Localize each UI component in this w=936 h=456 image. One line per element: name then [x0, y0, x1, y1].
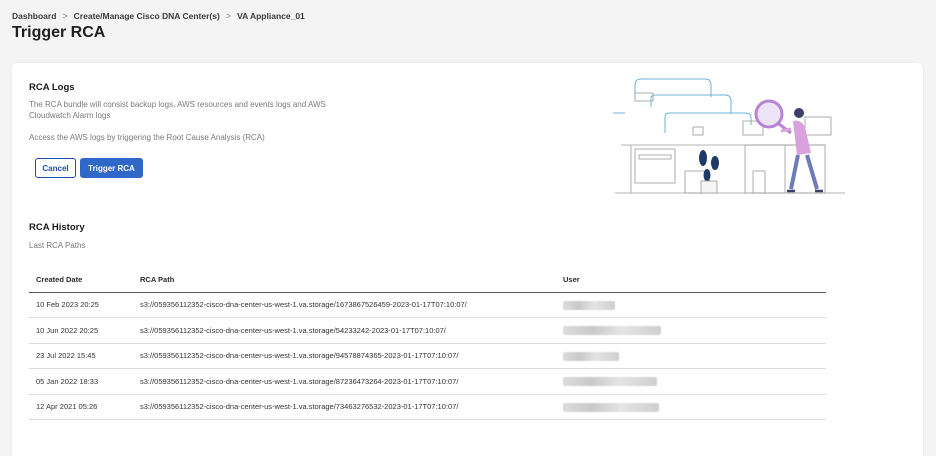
rca-logs-title: RCA Logs	[29, 82, 75, 93]
rca-path-cell: s3://059356112352-cisco-dna-center-us-we…	[133, 292, 556, 318]
magnifier-icon	[754, 99, 792, 135]
rca-path-cell: s3://059356112352-cisco-dna-center-us-we…	[133, 317, 556, 344]
breadcrumb-separator: >	[62, 11, 68, 21]
user-cell	[556, 292, 826, 318]
user-cell	[556, 368, 826, 395]
rca-history-subtitle: Last RCA Paths	[29, 241, 86, 250]
redacted-user	[563, 351, 619, 361]
redacted-user	[563, 377, 657, 386]
user-cell	[556, 317, 826, 344]
rca-logs-description-line1: The RCA bundle will consist backup logs,…	[29, 100, 326, 109]
breadcrumb-manage-dna-centers[interactable]: Create/Manage Cisco DNA Center(s)	[74, 11, 220, 21]
column-rca-path[interactable]: RCA Path	[133, 268, 556, 293]
table-row[interactable]: 23 Jul 2022 15:45 s3://059356112352-cisc…	[29, 343, 826, 369]
rca-path-cell: s3://059356112352-cisco-dna-center-us-we…	[133, 394, 556, 420]
rca-path-cell: s3://059356112352-cisco-dna-center-us-we…	[133, 368, 556, 395]
table-row[interactable]: 10 Feb 2023 20:25 s3://059356112352-cisc…	[29, 292, 826, 318]
redacted-user	[563, 402, 659, 412]
created-date-cell: 10 Jun 2022 20:25	[29, 317, 133, 344]
table-row[interactable]: 10 Jun 2022 20:25 s3://059356112352-cisc…	[29, 317, 826, 344]
breadcrumb-dashboard[interactable]: Dashboard	[12, 11, 56, 21]
table-row[interactable]: 05 Jan 2022 18:33 s3://059356112352-cisc…	[29, 368, 826, 395]
created-date-cell: 10 Feb 2023 20:25	[29, 292, 133, 318]
rca-path-cell: s3://059356112352-cisco-dna-center-us-we…	[133, 343, 556, 369]
table-header-row: Created Date RCA Path User	[29, 268, 826, 293]
breadcrumb: Dashboard > Create/Manage Cisco DNA Cent…	[12, 11, 305, 21]
created-date-cell: 12 Apr 2021 05:26	[29, 394, 133, 420]
redacted-user	[563, 300, 615, 310]
created-date-cell: 05 Jan 2022 18:33	[29, 368, 133, 395]
rca-logs-description: The RCA bundle will consist backup logs,…	[29, 100, 326, 121]
rca-logs-description-line2: Cloudwatch Alarm logs	[29, 110, 111, 120]
column-created-date[interactable]: Created Date	[29, 268, 133, 293]
column-user[interactable]: User	[556, 268, 826, 293]
rca-card: RCA Logs The RCA bundle will consist bac…	[12, 63, 923, 456]
rca-access-text: Access the AWS logs by triggering the Ro…	[29, 133, 265, 142]
rca-history-table: Created Date RCA Path User 10 Feb 2023 2…	[29, 268, 826, 420]
table-row[interactable]: 12 Apr 2021 05:26 s3://059356112352-cisc…	[29, 394, 826, 420]
trigger-rca-button[interactable]: Trigger RCA	[80, 158, 143, 178]
breadcrumb-va-appliance: VA Appliance_01	[237, 11, 305, 21]
rca-history-title: RCA History	[29, 222, 85, 233]
page-title: Trigger RCA	[12, 24, 106, 41]
redacted-user	[563, 326, 661, 335]
breadcrumb-separator: >	[225, 11, 232, 21]
created-date-cell: 23 Jul 2022 15:45	[29, 343, 133, 369]
person-figure	[780, 108, 823, 193]
user-cell	[556, 343, 826, 369]
user-cell	[556, 394, 826, 420]
plant-icon	[699, 150, 719, 194]
rca-illustration	[613, 78, 845, 194]
cancel-button[interactable]: Cancel	[35, 158, 76, 178]
